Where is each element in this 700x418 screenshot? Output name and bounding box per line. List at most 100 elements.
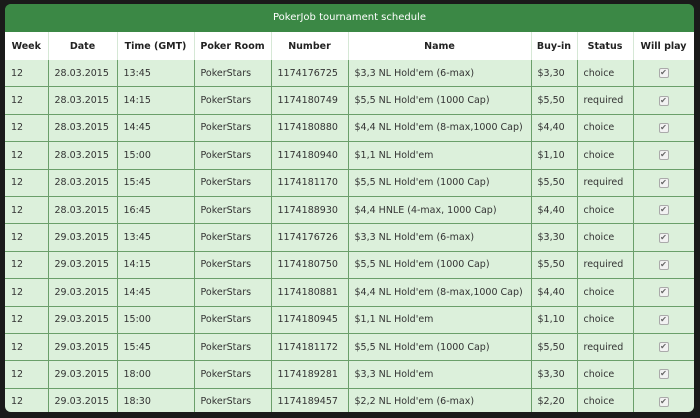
table-row: 12 29.03.2015 18:30 PokerStars 1174189457 $2,…	[5, 388, 694, 412]
cell-status: choice	[577, 223, 634, 252]
cell-number: 1174180881	[271, 278, 349, 307]
cell-number: 1174180749	[271, 86, 349, 115]
table-row: 12 29.03.2015 18:00 PokerStars 1174189281 $3,…	[5, 360, 694, 389]
cell-date: 28.03.2015	[48, 60, 118, 88]
cell-status: required	[577, 251, 634, 280]
cell-buyin: $4,40	[531, 278, 578, 307]
col-header-time: Time (GMT)	[117, 32, 195, 60]
cell-number: 1174180880	[271, 114, 349, 143]
cell-number: 1174189457	[271, 388, 349, 412]
table-row: 12 28.03.2015 13:45 PokerStars 1174176725 $3,…	[5, 60, 694, 88]
table-row: 12 28.03.2015 15:00 PokerStars 1174180940 $1,…	[5, 141, 694, 170]
cell-status: choice	[577, 360, 634, 389]
cell-name: $3,3 NL Hold'em (6-max)	[348, 223, 532, 252]
table-header-row: Week Date Time (GMT) Poker Room Number N…	[5, 32, 694, 60]
will-play-checkbox[interactable]: ✔	[658, 342, 669, 353]
cell-time: 15:45	[117, 169, 195, 197]
schedule-title: PokerJob tournament schedule	[5, 4, 694, 32]
table-row: 12 29.03.2015 14:45 PokerStars 1174180881 $4,…	[5, 278, 694, 307]
will-play-checkbox[interactable]: ✔	[658, 177, 669, 188]
cell-will-play: ✔	[633, 251, 694, 280]
will-play-checkbox[interactable]: ✔	[658, 259, 669, 270]
cell-name: $5,5 NL Hold'em (1000 Cap)	[348, 169, 532, 197]
schedule-panel: PokerJob tournament schedule Week Date T…	[5, 4, 694, 412]
cell-time: 14:45	[117, 278, 195, 307]
cell-buyin: $4,40	[531, 114, 578, 143]
cell-week: 12	[5, 196, 49, 225]
cell-name: $5,5 NL Hold'em (1000 Cap)	[348, 86, 532, 115]
cell-will-play: ✔	[633, 333, 694, 362]
cell-poker-room: PokerStars	[194, 388, 272, 412]
will-play-checkbox[interactable]: ✔	[658, 369, 669, 380]
cell-time: 15:00	[117, 141, 195, 170]
cell-time: 15:45	[117, 333, 195, 362]
cell-week: 12	[5, 114, 49, 143]
cell-will-play: ✔	[633, 114, 694, 143]
cell-time: 13:45	[117, 60, 195, 88]
table-row: 12 28.03.2015 14:15 PokerStars 1174180749 $5,…	[5, 86, 694, 115]
will-play-checkbox[interactable]: ✔	[658, 314, 669, 325]
cell-number: 1174181170	[271, 169, 349, 197]
cell-buyin: $2,20	[531, 388, 578, 412]
will-play-checkbox[interactable]: ✔	[658, 232, 669, 243]
cell-poker-room: PokerStars	[194, 223, 272, 252]
cell-number: 1174188930	[271, 196, 349, 225]
cell-status: choice	[577, 60, 634, 88]
will-play-checkbox[interactable]: ✔	[658, 68, 669, 79]
cell-poker-room: PokerStars	[194, 196, 272, 225]
cell-will-play: ✔	[633, 86, 694, 115]
will-play-checkbox[interactable]: ✔	[658, 122, 669, 133]
cell-buyin: $1,10	[531, 141, 578, 170]
cell-poker-room: PokerStars	[194, 114, 272, 143]
cell-number: 1174176725	[271, 60, 349, 88]
will-play-checkbox[interactable]: ✔	[658, 95, 669, 106]
will-play-checkbox[interactable]: ✔	[658, 205, 669, 216]
cell-week: 12	[5, 86, 49, 115]
table-row: 12 29.03.2015 14:15 PokerStars 1174180750 $5,…	[5, 251, 694, 280]
col-header-poker-room: Poker Room	[194, 32, 272, 60]
cell-date: 28.03.2015	[48, 169, 118, 197]
cell-number: 1174189281	[271, 360, 349, 389]
cell-buyin: $4,40	[531, 196, 578, 225]
cell-date: 28.03.2015	[48, 141, 118, 170]
cell-poker-room: PokerStars	[194, 141, 272, 170]
table-row: 12 28.03.2015 15:45 PokerStars 1174181170 $5,…	[5, 169, 694, 197]
cell-week: 12	[5, 60, 49, 88]
cell-time: 14:15	[117, 251, 195, 280]
cell-time: 18:00	[117, 360, 195, 389]
schedule-table: Week Date Time (GMT) Poker Room Number N…	[5, 32, 694, 412]
cell-date: 29.03.2015	[48, 360, 118, 389]
cell-status: required	[577, 333, 634, 362]
cell-will-play: ✔	[633, 141, 694, 170]
cell-poker-room: PokerStars	[194, 169, 272, 197]
cell-name: $3,3 NL Hold'em (6-max)	[348, 60, 532, 88]
will-play-checkbox[interactable]: ✔	[658, 150, 669, 161]
cell-week: 12	[5, 141, 49, 170]
cell-date: 28.03.2015	[48, 114, 118, 143]
cell-will-play: ✔	[633, 223, 694, 252]
cell-buyin: $5,50	[531, 333, 578, 362]
cell-status: choice	[577, 306, 634, 334]
cell-name: $2,2 NL Hold'em (6-max)	[348, 388, 532, 412]
cell-poker-room: PokerStars	[194, 306, 272, 334]
table-row: 12 29.03.2015 15:00 PokerStars 1174180945 $1,…	[5, 306, 694, 334]
cell-status: required	[577, 86, 634, 115]
table-row: 12 28.03.2015 16:45 PokerStars 1174188930 $4,…	[5, 196, 694, 225]
cell-time: 14:45	[117, 114, 195, 143]
cell-week: 12	[5, 360, 49, 389]
cell-number: 1174180940	[271, 141, 349, 170]
table-row: 12 28.03.2015 14:45 PokerStars 1174180880 $4,…	[5, 114, 694, 143]
cell-time: 16:45	[117, 196, 195, 225]
cell-will-play: ✔	[633, 169, 694, 197]
cell-poker-room: PokerStars	[194, 251, 272, 280]
col-header-date: Date	[48, 32, 118, 60]
will-play-checkbox[interactable]: ✔	[658, 396, 669, 407]
cell-poker-room: PokerStars	[194, 278, 272, 307]
cell-will-play: ✔	[633, 306, 694, 334]
cell-name: $1,1 NL Hold'em	[348, 141, 532, 170]
will-play-checkbox[interactable]: ✔	[658, 287, 669, 298]
cell-number: 1174180750	[271, 251, 349, 280]
cell-date: 28.03.2015	[48, 196, 118, 225]
cell-poker-room: PokerStars	[194, 60, 272, 88]
cell-name: $3,3 NL Hold'em	[348, 360, 532, 389]
